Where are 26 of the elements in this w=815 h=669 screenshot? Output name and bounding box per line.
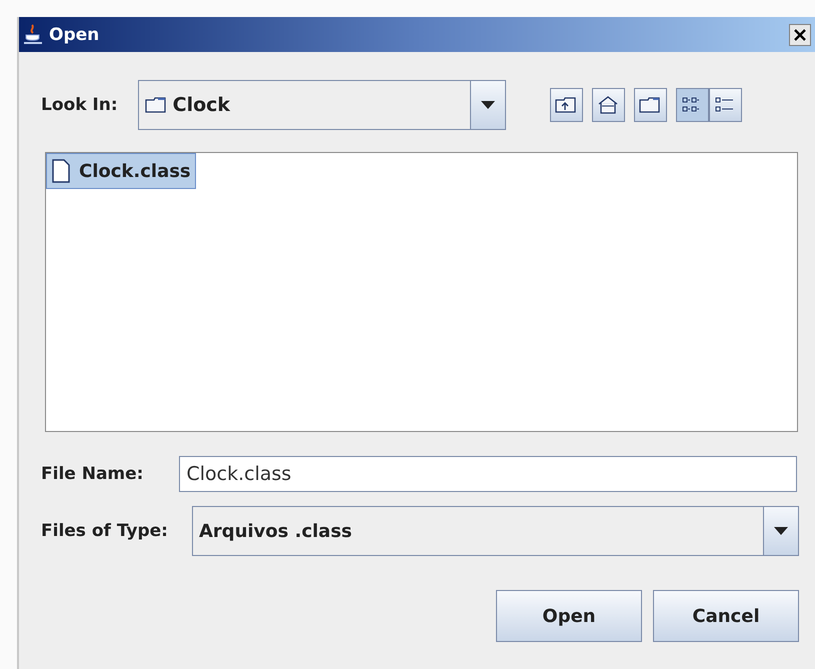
- new-folder-icon: [639, 95, 662, 115]
- home-icon: [597, 95, 620, 115]
- cup-icon: [23, 24, 43, 46]
- file-name-label: File Name:: [41, 464, 144, 484]
- caret-icon: [480, 101, 495, 109]
- file-item[interactable]: Clock.class: [46, 153, 196, 189]
- close-button[interactable]: [789, 24, 811, 46]
- file-type-dropdown[interactable]: Arquivos .class: [192, 506, 799, 556]
- folder-icon: [144, 96, 167, 114]
- look-in-dropdown[interactable]: Clock: [138, 80, 506, 130]
- file-icon: [51, 158, 71, 184]
- file-type-label: Files of Type:: [41, 521, 168, 541]
- caret-icon: [774, 527, 788, 535]
- file-name-field[interactable]: Clock.class: [179, 456, 797, 492]
- look-in-label: Look In:: [41, 95, 118, 115]
- close-icon: [793, 28, 807, 42]
- up-folder-icon: [555, 95, 578, 115]
- window-title: Open: [49, 24, 100, 44]
- toolbar-button[interactable]: [676, 88, 709, 122]
- folder-name: Clock: [172, 94, 230, 116]
- dialog-button[interactable]: Cancel: [653, 590, 799, 642]
- toolbar-button[interactable]: [592, 88, 625, 122]
- toolbar-button[interactable]: [550, 88, 583, 122]
- toolbar-button[interactable]: [708, 88, 742, 122]
- dialog-button[interactable]: Open: [496, 590, 642, 642]
- toolbar-button[interactable]: [634, 88, 667, 122]
